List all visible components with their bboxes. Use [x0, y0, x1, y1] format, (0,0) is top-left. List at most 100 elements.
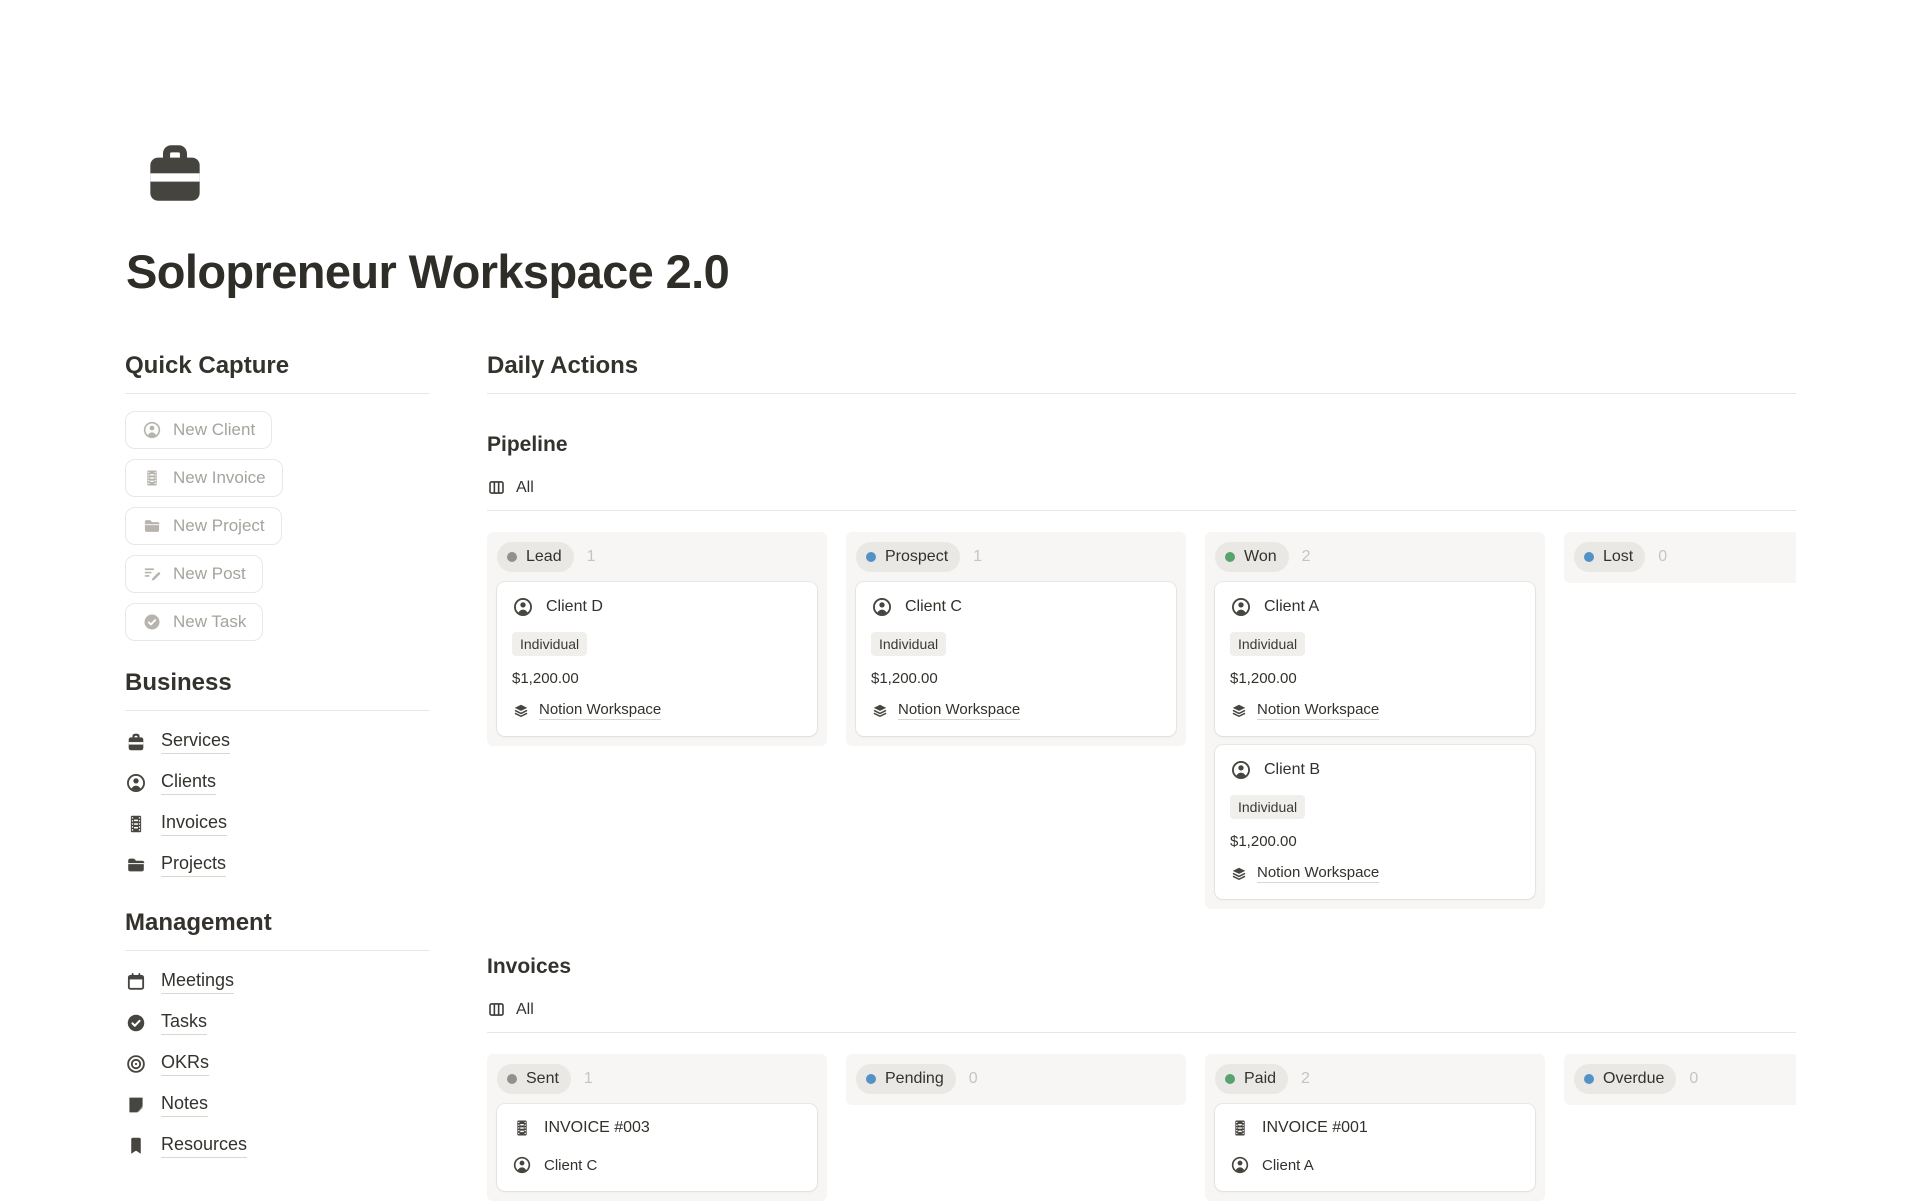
status-pill-won[interactable]: Won	[1215, 542, 1289, 572]
client-type-tag: Individual	[1230, 795, 1305, 819]
check-circle-icon	[142, 612, 162, 632]
sidebar-link-clients[interactable]: Clients	[161, 771, 216, 795]
receipt-icon	[1230, 1118, 1250, 1138]
pipeline-card[interactable]: Client BIndividual$1,200.00Notion Worksp…	[1215, 745, 1535, 899]
management-items: Meetings Tasks OKRs Notes Resources	[125, 968, 430, 1160]
view-tab-all[interactable]: All	[487, 1000, 534, 1019]
calendar-icon	[125, 971, 147, 993]
pipeline-card[interactable]: Client AIndividual$1,200.00Notion Worksp…	[1215, 582, 1535, 736]
status-dot	[866, 552, 876, 562]
sidebar-link-meetings[interactable]: Meetings	[161, 970, 234, 994]
status-pill-paid[interactable]: Paid	[1215, 1064, 1288, 1094]
quick-capture-button-new-post[interactable]: New Post	[125, 555, 263, 593]
card-title-row: Client D	[512, 596, 802, 618]
sidebar-link-services[interactable]: Services	[161, 730, 230, 754]
sidebar-link-tasks[interactable]: Tasks	[161, 1011, 207, 1035]
board-column-lead: Lead 1 Client DIndividual$1,200.00Notion W…	[487, 532, 827, 746]
divider	[125, 393, 430, 394]
column-header: Lead 1	[497, 541, 817, 573]
invoice-client-row: Client C	[512, 1155, 802, 1175]
sidebar-link-resources[interactable]: Resources	[161, 1134, 247, 1158]
column-header: Won 2	[1215, 541, 1535, 573]
status-label: Won	[1244, 548, 1277, 566]
divider	[487, 393, 1796, 394]
card-title: Client B	[1264, 761, 1320, 779]
status-pill-lead[interactable]: Lead	[497, 542, 574, 572]
sidebar-item-services: Services	[125, 728, 430, 756]
quick-capture-button-new-task[interactable]: New Task	[125, 603, 263, 641]
user-circle-icon	[1230, 1155, 1250, 1175]
column-count: 0	[1658, 548, 1667, 566]
status-pill-sent[interactable]: Sent	[497, 1064, 571, 1094]
sidebar-link-okrs[interactable]: OKRs	[161, 1052, 209, 1076]
daily-actions-heading: Daily Actions	[487, 352, 1796, 380]
column-count: 1	[587, 548, 596, 566]
invoice-client-name: Client C	[544, 1157, 597, 1174]
sidebar-link-projects[interactable]: Projects	[161, 853, 226, 877]
sidebar: Quick CaptureNew ClientNew InvoiceNew Pr…	[125, 352, 430, 1173]
status-pill-prospect[interactable]: Prospect	[856, 542, 960, 572]
compose-icon	[142, 564, 162, 584]
quick-capture-button-new-invoice[interactable]: New Invoice	[125, 459, 283, 497]
relation-link[interactable]: Notion Workspace	[539, 701, 661, 720]
layers-icon	[871, 702, 889, 720]
status-dot	[1225, 1074, 1235, 1084]
section-pipeline: PipelineAllLead1Client DIndividual$1,200…	[487, 433, 1796, 909]
receipt-icon	[125, 813, 147, 835]
status-label: Sent	[526, 1070, 559, 1088]
status-label: Prospect	[885, 548, 948, 566]
invoices-board: Sent1INVOICE #003Client CPending0Paid2IN…	[487, 1054, 1796, 1201]
column-header: Pending 0	[856, 1063, 1176, 1095]
section-invoices: InvoicesAllSent1INVOICE #003Client CPend…	[487, 955, 1796, 1201]
button-label: New Project	[173, 516, 265, 536]
sidebar-item-notes: Notes	[125, 1091, 430, 1119]
status-dot	[866, 1074, 876, 1084]
page-icon-briefcase	[138, 136, 212, 215]
user-circle-icon	[1230, 759, 1252, 781]
relation-link[interactable]: Notion Workspace	[898, 701, 1020, 720]
invoice-card[interactable]: INVOICE #001Client A	[1215, 1104, 1535, 1191]
quick-capture-row: New Post	[125, 555, 430, 593]
check-circle-icon	[125, 1012, 147, 1034]
relation-row: Notion Workspace	[1230, 864, 1520, 883]
receipt-icon	[512, 1118, 532, 1138]
card-title: Client A	[1264, 598, 1319, 616]
board-icon	[487, 1000, 506, 1019]
card-amount: $1,200.00	[512, 670, 802, 687]
column-count: 2	[1302, 548, 1311, 566]
board-column-lost: Lost 0	[1564, 532, 1796, 583]
card-title: INVOICE #003	[544, 1119, 650, 1137]
invoice-card[interactable]: INVOICE #003 Client C	[497, 1104, 817, 1191]
column-count: 1	[973, 548, 982, 566]
status-dot	[1584, 552, 1594, 562]
relation-link[interactable]: Notion Workspace	[1257, 864, 1379, 883]
column-count: 0	[1689, 1070, 1698, 1088]
quick-capture-button-new-project[interactable]: New Project	[125, 507, 282, 545]
relation-link[interactable]: Notion Workspace	[1257, 701, 1379, 720]
status-pill-lost[interactable]: Lost	[1574, 542, 1645, 572]
client-type-tag: Individual	[1230, 632, 1305, 656]
status-dot	[507, 552, 517, 562]
status-label: Lead	[526, 548, 562, 566]
sidebar-link-notes[interactable]: Notes	[161, 1093, 208, 1117]
pipeline-card[interactable]: Client DIndividual$1,200.00Notion Worksp…	[497, 582, 817, 736]
status-pill-pending[interactable]: Pending	[856, 1064, 956, 1094]
column-header: Lost 0	[1574, 541, 1796, 573]
divider	[487, 510, 1796, 511]
column-header: Sent1	[497, 1063, 817, 1095]
main-content: Daily Actions PipelineAllLead1Client DIn…	[487, 352, 1796, 1201]
view-tab-all[interactable]: All	[487, 478, 534, 497]
sidebar-link-invoices[interactable]: Invoices	[161, 812, 227, 836]
pipeline-card[interactable]: Client CIndividual$1,200.00Notion Worksp…	[856, 582, 1176, 736]
board-column-pending: Pending 0	[846, 1054, 1186, 1105]
card-title-row: Client C	[871, 596, 1161, 618]
status-label: Pending	[885, 1070, 944, 1088]
column-count: 0	[969, 1070, 978, 1088]
user-circle-icon	[512, 1155, 532, 1175]
column-header: Overdue 0	[1574, 1063, 1796, 1095]
board-icon	[487, 478, 506, 497]
quick-capture-button-new-client[interactable]: New Client	[125, 411, 272, 449]
status-pill-overdue[interactable]: Overdue	[1574, 1064, 1676, 1094]
sidebar-section-management: ManagementMeetingsTasksOKRsNotesResource…	[125, 909, 430, 1160]
layers-icon	[512, 702, 530, 720]
